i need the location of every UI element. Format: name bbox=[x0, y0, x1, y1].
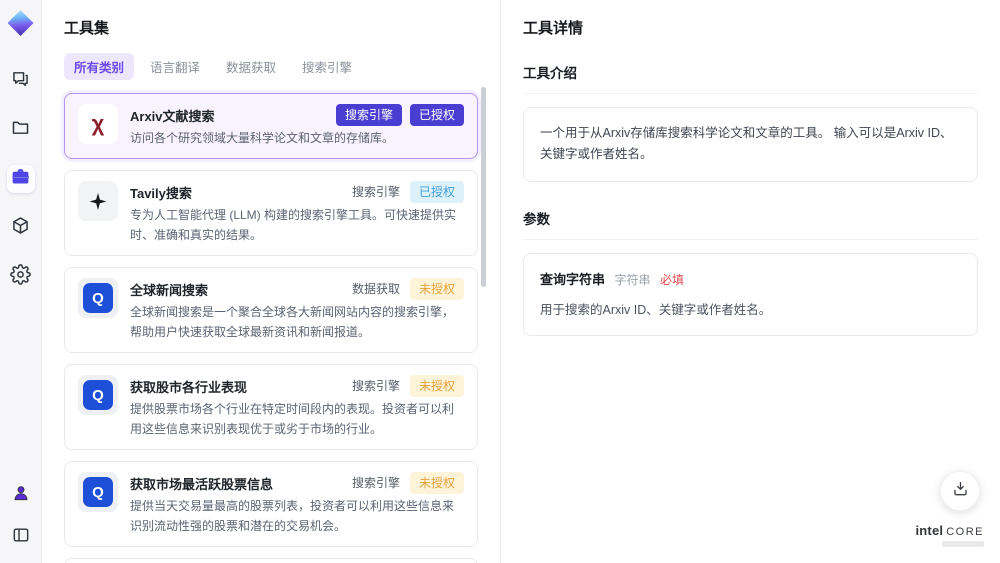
tool-name: Arxiv文献搜索 bbox=[130, 109, 215, 124]
tool-card[interactable]: Q 全球新闻搜索 数据获取 未授权 全球新闻搜索是一个聚合全球各大新闻网站内容的… bbox=[64, 267, 478, 354]
auth-status-badge: 未授权 bbox=[409, 472, 464, 495]
tool-badges: 搜索引擎 未授权 bbox=[350, 375, 464, 398]
tool-description: 专为人工智能代理 (LLM) 构建的搜索引擎工具。可快速提供实时、准确和真实的结… bbox=[130, 208, 457, 242]
sidebar-item-settings[interactable] bbox=[7, 263, 35, 291]
folder-icon bbox=[10, 117, 31, 143]
tool-name: 获取市场最活跃股票信息 bbox=[130, 477, 274, 493]
tool-name: 获取股市各行业表现 bbox=[130, 380, 248, 396]
intel-core-brand: intel CORE bbox=[915, 523, 984, 547]
auth-status-badge: 已授权 bbox=[409, 181, 464, 204]
category-badge: 搜索引擎 bbox=[351, 185, 400, 200]
tool-card[interactable]: Q 获取市场最活跃股票信息 搜索引擎 未授权 提供当天交易量最高的股票列表，投资… bbox=[64, 461, 478, 547]
category-badge: 搜索引擎 bbox=[351, 476, 400, 491]
tab-数据获取[interactable]: 数据获取 bbox=[216, 53, 286, 80]
tab-所有类别[interactable]: 所有类别 bbox=[64, 53, 135, 80]
q-logo-icon: Q bbox=[83, 477, 113, 508]
tool-list-panel: 工具集 所有类别 语言翻译 数据获取 搜索引擎 χ Arxiv文献搜索 搜索引擎 已授… bbox=[42, 0, 500, 563]
download-button[interactable] bbox=[940, 471, 980, 511]
tool-name: 全球新闻搜索 bbox=[130, 283, 209, 299]
q-logo-icon: Q bbox=[83, 283, 113, 314]
q-icon-tile: Q bbox=[78, 375, 118, 416]
sidebar-bottom bbox=[7, 481, 35, 551]
category-badge: 搜索引擎 bbox=[335, 104, 402, 126]
tool-badges: 搜索引擎 已授权 bbox=[350, 181, 464, 204]
sidebar-nav bbox=[6, 67, 35, 291]
tavily-icon-tile bbox=[78, 181, 118, 222]
tool-card[interactable]: 万维地区新闻查询 搜索引擎 未授权 查询具体行政区划内的新闻，快速了解各地新闻动 bbox=[64, 557, 478, 563]
sidebar-item-models[interactable] bbox=[7, 214, 35, 242]
brand-intel-label: intel bbox=[915, 523, 944, 538]
tool-badges: 搜索引擎 已授权 bbox=[335, 104, 464, 126]
param-header: 查询字符串 字符串 必填 bbox=[540, 269, 961, 291]
category-tabs: 所有类别 语言翻译 数据获取 搜索引擎 bbox=[64, 53, 478, 80]
auth-status-badge: 已授权 bbox=[409, 104, 464, 126]
param-type: 字符串 bbox=[614, 272, 651, 287]
tool-description: 全球新闻搜索是一个聚合全球各大新闻网站内容的搜索引擎，帮助用户快速获取全球最新资… bbox=[130, 305, 455, 339]
page-title: 工具集 bbox=[64, 20, 110, 37]
app-logo[interactable] bbox=[7, 9, 35, 37]
tool-card[interactable]: Tavily搜索 搜索引擎 已授权 专为人工智能代理 (LLM) 构建的搜索引擎… bbox=[64, 170, 478, 257]
sidebar bbox=[0, 0, 42, 563]
param-name: 查询字符串 bbox=[540, 271, 606, 287]
auth-status-badge: 未授权 bbox=[409, 375, 464, 398]
tool-badges: 数据获取 未授权 bbox=[350, 278, 464, 301]
panel-toggle-icon bbox=[11, 525, 31, 550]
briefcase-icon bbox=[10, 166, 31, 192]
param-card: 查询字符串 字符串 必填 用于搜索的Arxiv ID、关键字或作者姓名。 bbox=[523, 252, 978, 336]
tool-description: 提供股票市场各个行业在特定时间段内的表现。投资者可以利用这些信息来识别表现优于或… bbox=[130, 402, 455, 436]
sidebar-item-files[interactable] bbox=[7, 116, 35, 144]
arxiv-icon-tile: χ bbox=[78, 104, 118, 144]
app-window: 工具集 所有类别 语言翻译 数据获取 搜索引擎 χ Arxiv文献搜索 搜索引擎 已授… bbox=[0, 0, 1000, 563]
tab-语言翻译[interactable]: 语言翻译 bbox=[140, 53, 210, 80]
collapse-sidebar-button[interactable] bbox=[7, 523, 35, 551]
tool-card[interactable]: χ Arxiv文献搜索 搜索引擎 已授权 访问各个研究领域大量科学论文和文章的存… bbox=[64, 93, 478, 160]
tool-description: 访问各个研究领域大量科学论文和文章的存储库。 bbox=[130, 131, 395, 145]
tool-card[interactable]: Q 获取股市各行业表现 搜索引擎 未授权 提供股票市场各个行业在特定时间段内的表… bbox=[64, 364, 478, 451]
chat-icon bbox=[10, 68, 31, 94]
sidebar-item-tools[interactable] bbox=[6, 165, 35, 193]
user-icon bbox=[11, 483, 31, 508]
q-icon-tile: Q bbox=[78, 278, 118, 319]
q-icon-tile: Q bbox=[78, 472, 118, 513]
tool-name: Tavily搜索 bbox=[130, 186, 192, 202]
category-badge: 搜索引擎 bbox=[351, 379, 400, 394]
tool-description: 提供当天交易量最高的股票列表，投资者可以利用这些信息来识别流动性强的股票和潜在的… bbox=[130, 499, 455, 533]
detail-title: 工具详情 bbox=[523, 20, 584, 37]
download-icon bbox=[951, 479, 970, 503]
param-description: 用于搜索的Arxiv ID、关键字或作者姓名。 bbox=[540, 302, 772, 317]
tool-list: χ Arxiv文献搜索 搜索引擎 已授权 访问各个研究领域大量科学论文和文章的存… bbox=[64, 93, 478, 563]
intro-heading: 工具介绍 bbox=[523, 62, 978, 94]
tab-搜索引擎[interactable]: 搜索引擎 bbox=[292, 53, 362, 80]
param-required-badge: 必填 bbox=[660, 272, 685, 287]
category-badge: 数据获取 bbox=[351, 282, 400, 297]
gem-logo-icon bbox=[7, 10, 34, 36]
auth-status-badge: 未授权 bbox=[409, 278, 464, 301]
tool-icon: χ bbox=[91, 111, 105, 136]
user-avatar[interactable] bbox=[7, 481, 35, 509]
params-heading: 参数 bbox=[523, 208, 978, 240]
brand-subtext-blur bbox=[942, 541, 984, 547]
gear-icon bbox=[10, 264, 31, 290]
scrollbar-thumb[interactable] bbox=[481, 87, 486, 287]
brand-core-label: CORE bbox=[946, 526, 984, 538]
q-logo-icon: Q bbox=[83, 380, 113, 411]
tavily-star-icon bbox=[89, 192, 107, 210]
sidebar-item-chat[interactable] bbox=[7, 67, 35, 95]
tool-badges: 搜索引擎 未授权 bbox=[350, 472, 464, 495]
intro-text: 一个用于从Arxiv存储库搜索科学论文和文章的工具。 输入可以是Arxiv ID… bbox=[523, 107, 978, 182]
tool-detail-panel: 工具详情 工具介绍 一个用于从Arxiv存储库搜索科学论文和文章的工具。 输入可… bbox=[500, 0, 1000, 563]
cube-icon bbox=[10, 215, 31, 241]
